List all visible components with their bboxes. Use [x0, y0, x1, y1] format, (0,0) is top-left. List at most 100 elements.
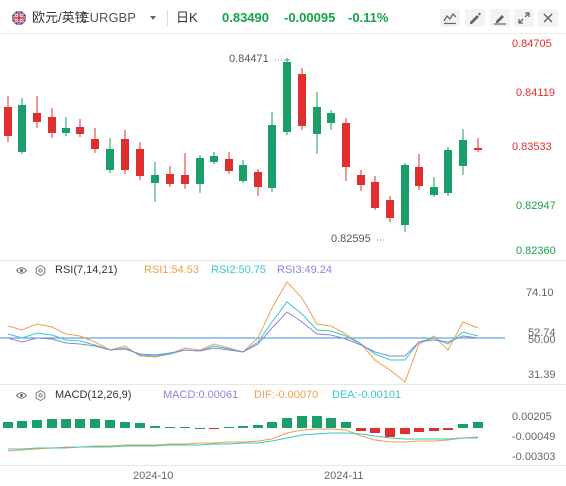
macd-histogram-bar [356, 428, 366, 431]
candle-body [444, 150, 452, 193]
rsi-chart[interactable] [0, 278, 505, 384]
candle-body [48, 117, 56, 133]
edit-icon [494, 15, 506, 25]
chart-type-button[interactable] [440, 9, 460, 27]
symbol-code[interactable]: EURGBP [81, 10, 136, 26]
price-change: -0.00095 [284, 10, 336, 25]
candle-body [166, 174, 174, 184]
price-axis-label: 0.84705 [512, 38, 552, 50]
candle-body [459, 140, 467, 166]
macd-histogram-bar [414, 428, 424, 432]
chart-header: 欧元/英镑 EURGBP 日K 0.83490 -0.00095 -0.11% [0, 0, 566, 34]
draw-tool-button[interactable] [465, 9, 485, 27]
pane-divider [0, 384, 566, 385]
rsi2-line [7, 301, 479, 361]
rsi1-line [7, 281, 479, 383]
macd-histogram-bar [224, 427, 234, 428]
candlestick-chart[interactable] [0, 34, 505, 260]
macd-histogram-bar [209, 428, 219, 429]
macd-histogram-bar [267, 422, 277, 428]
macd-histogram-bar [458, 424, 468, 428]
macd-histogram-bar [282, 418, 292, 428]
candle-body [474, 148, 482, 150]
price-axis-label: 0.82947 [516, 200, 556, 212]
candle-body [239, 165, 247, 181]
symbol-name[interactable]: 欧元/英镑 [32, 10, 88, 26]
rsi3-line [7, 311, 479, 357]
close-button[interactable] [538, 9, 558, 27]
fullscreen-button[interactable] [514, 9, 534, 27]
rsi-title: RSI(7,14,21) [55, 264, 118, 276]
macd-histogram-bar [238, 426, 248, 428]
candle-body [210, 156, 218, 162]
candle-body [181, 175, 189, 184]
macd-histogram-bar [473, 422, 483, 428]
price-axis-label: 0.83533 [512, 141, 552, 153]
macd-histogram-bar [47, 419, 57, 428]
candle-body [371, 182, 379, 208]
candle-body [18, 105, 26, 152]
draw-icon [470, 12, 481, 24]
candle-body [4, 107, 12, 136]
fullscreen-icon [518, 12, 530, 24]
symbol-dropdown-chevron-icon[interactable] [150, 16, 156, 20]
macd-value: MACD:0.00061 [163, 389, 239, 401]
chart-type-icon [443, 12, 457, 25]
macd-histogram-bar [443, 428, 453, 430]
candle-body [196, 158, 204, 184]
candle-body [283, 62, 291, 132]
macd-histogram-bar [195, 428, 205, 429]
pane-divider [0, 260, 566, 261]
rsi1-value: RSI1:54.53 [144, 264, 200, 276]
period-selector[interactable]: 日K [176, 10, 198, 26]
macd-histogram-bar [180, 427, 190, 428]
candle-body [357, 175, 365, 185]
candle-body [386, 200, 394, 218]
macd-histogram-bar [370, 428, 380, 433]
macd-histogram-bar [297, 416, 307, 428]
dif-value: DIF:-0.00070 [254, 389, 319, 401]
macd-title: MACD(12,26,9) [55, 389, 132, 401]
macd-histogram-bar [312, 416, 322, 428]
eye-icon[interactable] [16, 390, 27, 401]
macd-histogram-bar [105, 420, 115, 428]
price-axis-label: 0.84119 [516, 87, 555, 99]
eye-icon[interactable] [16, 265, 27, 276]
candle-body [415, 167, 423, 186]
settings-icon[interactable] [35, 390, 46, 401]
candle-body [62, 128, 70, 133]
macd-histogram-bar [61, 419, 71, 428]
macd-axis-label: 0.00205 [512, 411, 552, 423]
macd-histogram-bar [90, 419, 100, 428]
rsi3-value: RSI3:49.24 [277, 264, 333, 276]
edit-button[interactable] [490, 9, 510, 27]
macd-histogram-bar [120, 422, 130, 428]
candle-body [430, 187, 438, 195]
macd-histogram-bar [3, 422, 13, 428]
macd-histogram-bar [326, 418, 336, 428]
macd-histogram-bar [32, 420, 42, 428]
macd-axis-label: -0.00049 [512, 431, 556, 443]
candle-body [106, 149, 114, 170]
settings-icon[interactable] [35, 265, 46, 276]
candle-body [91, 139, 99, 149]
candle-body [298, 74, 306, 126]
close-icon [543, 13, 553, 23]
candle-body [401, 165, 409, 225]
macd-histogram-bar [385, 428, 395, 437]
candle-body [76, 127, 84, 134]
macd-histogram-bar [17, 421, 27, 428]
price-change-percent: -0.11% [348, 10, 389, 25]
pane-divider [0, 465, 566, 466]
candle-body [268, 125, 276, 188]
last-price: 0.83490 [222, 10, 269, 25]
candle-body [121, 139, 129, 170]
macd-histogram-bar [400, 428, 410, 434]
candle-body [327, 113, 335, 123]
candle-body [151, 175, 159, 183]
macd-chart[interactable] [0, 403, 505, 465]
dea-value: DEA:-0.00101 [332, 389, 402, 401]
candle-body [254, 172, 262, 187]
divider [167, 10, 168, 26]
macd-histogram-bar [150, 426, 160, 428]
